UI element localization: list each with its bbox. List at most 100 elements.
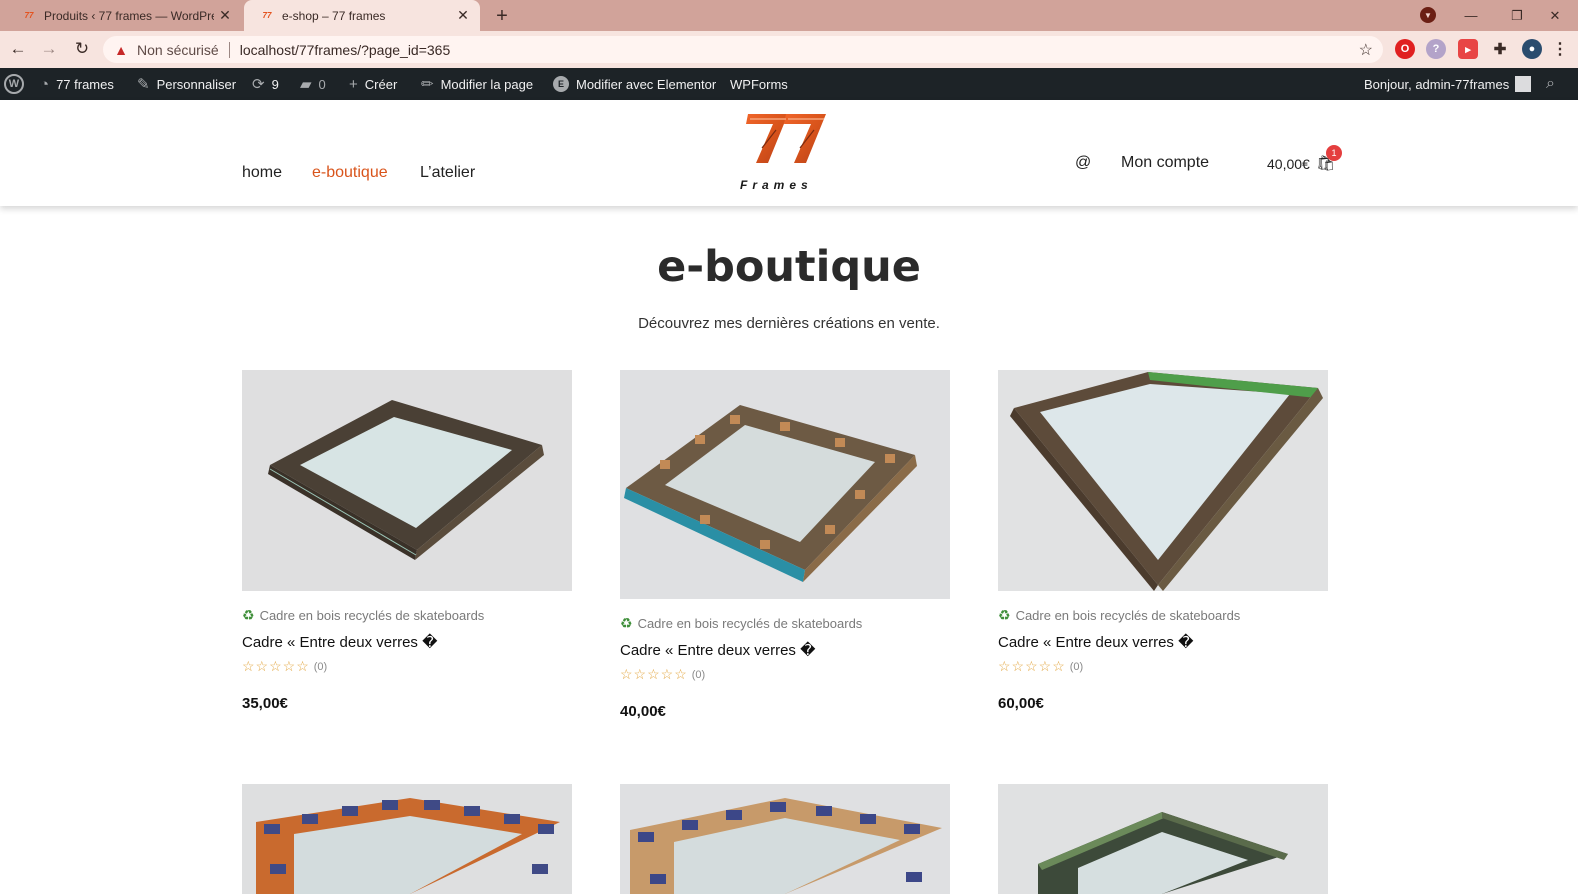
category-label: Cadre en bois recyclés de skateboards [1015,608,1241,623]
admin-account[interactable]: Bonjour, admin-77frames [1364,68,1532,100]
menu-dots-icon[interactable]: ⋮ [1550,39,1570,59]
rating-count: (0) [313,660,328,673]
category-label: Cadre en bois recyclés de skateboards [637,616,863,631]
video-extension-icon[interactable]: ▸ [1458,39,1478,59]
customize-label: Personnaliser [156,76,237,92]
site-name-label: 77 frames [56,76,114,92]
product-image[interactable] [998,784,1328,894]
url-text[interactable]: localhost/77frames/?page_id=365 [240,42,451,58]
wp-admin-bar: W ◔ 77 frames ✎ Personnaliser ⟳ 9 ▰ 0 + … [0,68,1578,100]
product-name[interactable]: Cadre « Entre deux verres � [242,633,572,651]
edit-page-label: Modifier la page [440,76,534,92]
wpforms-label: WPForms [730,76,788,92]
edit-elementor-label: Modifier avec Elementor [576,76,717,92]
puzzle-icon[interactable]: ✚ [1490,39,1510,59]
product-card[interactable] [998,784,1328,894]
profile-avatar-icon[interactable]: ● [1522,39,1542,59]
browser-tab-wordpress[interactable]: 77 Produits ‹ 77 frames — WordPress ✕ [6,0,242,31]
rating-count: (0) [1069,660,1084,673]
warning-icon: ▲ [114,41,128,58]
greeting-label: Bonjour, admin-77frames [1364,76,1510,92]
minimize-icon[interactable]: — [1448,0,1494,31]
updates-count: 9 [271,76,279,92]
product-image[interactable] [998,370,1328,591]
browser-tab-eshop[interactable]: 77 e-shop – 77 frames ✕ [244,0,480,31]
admin-edit-elementor[interactable]: E Modifier avec Elementor [553,68,716,100]
product-card[interactable]: ♻ Cadre en bois recyclés de skateboards … [242,370,572,712]
updates-icon: ⟳ [252,76,265,93]
new-tab-button[interactable]: + [490,4,514,28]
contact-link[interactable]: @ [1075,154,1091,172]
tab-title: Produits ‹ 77 frames — WordPress [44,8,214,23]
forward-icon[interactable]: → [37,37,61,61]
recycle-icon: ♻ [242,607,255,623]
admin-search-icon[interactable]: ⌕ [1546,68,1562,100]
admin-site-name[interactable]: ◔ 77 frames [40,68,114,100]
admin-edit-page[interactable]: ✏ Modifier la page [421,68,533,100]
wordpress-logo-icon[interactable]: W [4,68,31,100]
site-favicon-icon: 77 [262,11,272,20]
browser-tab-strip: 77 Produits ‹ 77 frames — WordPress ✕ 77… [0,0,1578,31]
help-extension-icon[interactable]: ? [1426,39,1446,59]
page-subtitle: Découvrez mes dernières créations en ven… [638,315,940,332]
nav-atelier[interactable]: L’atelier [420,164,475,182]
browser-toolbar: ← → ↻ ▲ Non sécurisé localhost/77frames/… [0,31,1578,68]
nav-home[interactable]: home [242,164,282,182]
pencil-icon: ✏ [421,76,434,93]
new-label: Créer [364,76,398,92]
back-icon[interactable]: ← [6,37,30,61]
logo-text: Frames [740,178,813,192]
address-bar[interactable]: ▲ Non sécurisé localhost/77frames/?page_… [103,36,1383,63]
product-name[interactable]: Cadre « Entre deux verres � [620,641,950,659]
product-card[interactable]: ♻ Cadre en bois recyclés de skateboards … [998,370,1328,712]
product-image[interactable] [620,370,950,599]
recycle-icon: ♻ [620,615,633,631]
product-category: ♻ Cadre en bois recyclés de skateboards [998,607,1328,624]
cart-count-badge: 1 [1326,145,1342,161]
admin-comments[interactable]: ▰ 0 [300,68,326,100]
product-category: ♻ Cadre en bois recyclés de skateboards [620,615,950,632]
product-image[interactable] [242,370,572,591]
product-card[interactable] [620,784,950,894]
product-price: 60,00€ [998,695,1044,712]
product-price: 35,00€ [242,695,288,712]
elementor-icon: E [553,76,569,92]
page-title: e-boutique [657,242,921,292]
bookmark-star-icon[interactable]: ☆ [1359,40,1373,60]
opera-extension-icon[interactable]: O [1395,39,1415,59]
admin-new[interactable]: + Créer [349,68,397,100]
avatar [1515,76,1532,92]
product-card[interactable] [242,784,572,894]
product-image[interactable] [620,784,950,894]
site-header: home e-boutique L’atelier Frames @ Mon c… [0,100,1578,206]
cart-total[interactable]: 40,00€ [1267,156,1310,172]
site-favicon-icon: 77 [24,11,34,20]
window-close-icon[interactable]: ✕ [1532,0,1578,31]
admin-customize[interactable]: ✎ Personnaliser [137,68,236,100]
reload-icon[interactable]: ↻ [70,37,94,61]
plus-icon: + [349,75,358,93]
product-category: ♻ Cadre en bois recyclés de skateboards [242,607,572,624]
comment-icon: ▰ [300,76,312,93]
rating-count: (0) [691,668,706,681]
admin-updates[interactable]: ⟳ 9 [252,68,279,100]
product-price: 40,00€ [620,703,666,720]
security-label[interactable]: Non sécurisé [137,42,219,58]
close-icon[interactable]: ✕ [214,5,236,27]
product-image[interactable] [242,784,572,894]
close-icon[interactable]: ✕ [452,5,474,27]
dashboard-icon: ◔ [40,75,50,93]
product-rating: ☆☆☆☆☆ (0) [620,666,950,683]
recycle-icon: ♻ [998,607,1011,623]
comments-count: 0 [318,76,326,92]
star-rating-icon: ☆☆☆☆☆ [998,658,1066,674]
nav-eboutique[interactable]: e-boutique [312,164,388,182]
admin-wpforms[interactable]: WPForms [730,68,788,100]
product-card[interactable]: ♻ Cadre en bois recyclés de skateboards … [620,370,950,720]
star-rating-icon: ☆☆☆☆☆ [242,658,310,674]
brush-icon: ✎ [137,76,150,93]
product-name[interactable]: Cadre « Entre deux verres � [998,633,1328,651]
tab-search-icon[interactable]: ▼ [1420,7,1436,23]
account-link[interactable]: Mon compte [1121,154,1209,172]
category-label: Cadre en bois recyclés de skateboards [259,608,485,623]
